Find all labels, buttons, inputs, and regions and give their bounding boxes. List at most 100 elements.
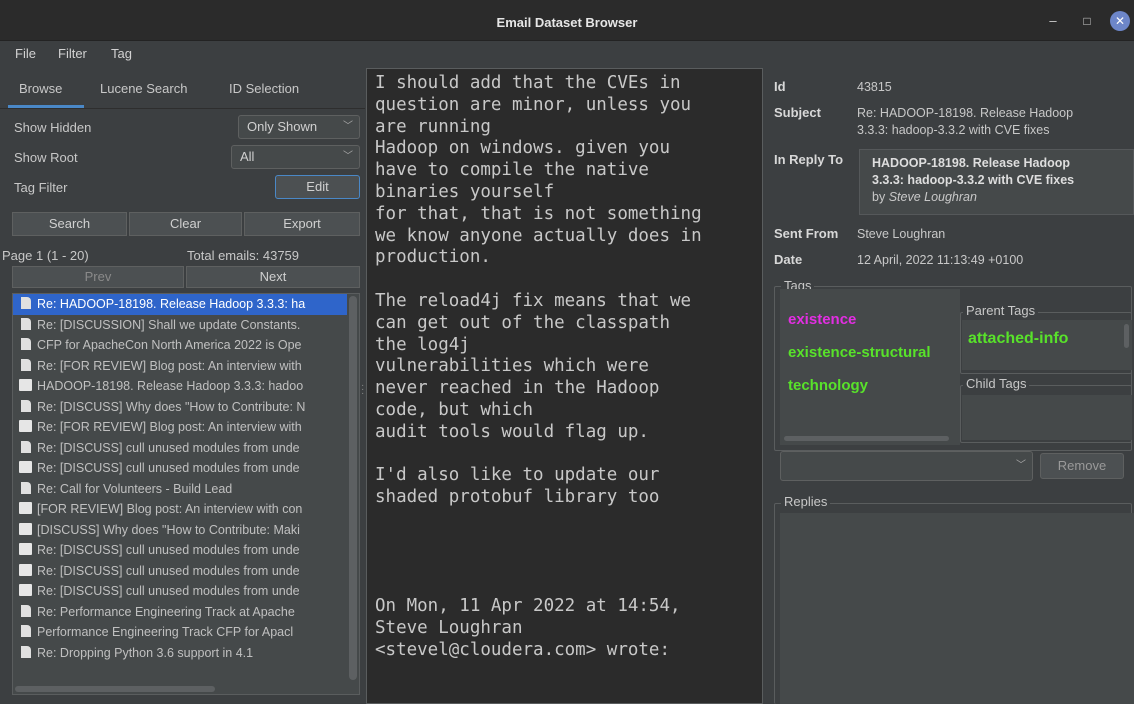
- email-list-item[interactable]: [FOR REVIEW] Blog post: An interview wit…: [13, 499, 347, 520]
- email-subject: HADOOP-18198. Release Hadoop 3.3.3: hado…: [37, 379, 304, 393]
- close-button[interactable]: ✕: [1110, 11, 1130, 31]
- sent-from-label: Sent From: [774, 226, 839, 241]
- email-list-vscrollbar[interactable]: [349, 296, 357, 680]
- email-list-item[interactable]: Re: [FOR REVIEW] Blog post: An interview…: [13, 417, 347, 438]
- show-root-label: Show Root: [14, 150, 78, 165]
- subject-line-2: 3.3.3: hadoop-3.3.2 with CVE fixes: [857, 123, 1050, 137]
- folder-icon: [19, 379, 32, 391]
- parent-tags-scrollbar[interactable]: [1124, 324, 1129, 348]
- show-hidden-select[interactable]: Only Shown ﹀: [238, 115, 360, 139]
- maximize-button[interactable]: □: [1076, 10, 1098, 32]
- id-value: 43815: [857, 80, 892, 94]
- reply-by-author: Steve Loughran: [888, 190, 977, 204]
- replies-list: [780, 513, 1134, 704]
- in-reply-to-label: In Reply To: [774, 152, 844, 167]
- show-hidden-value: Only Shown: [247, 119, 318, 134]
- email-subject: Re: [DISCUSSION] Shall we update Constan…: [37, 317, 301, 332]
- email-list-item[interactable]: Performance Engineering Track CFP for Ap…: [13, 622, 347, 643]
- menu-filter[interactable]: Filter: [58, 46, 87, 61]
- email-subject: Re: HADOOP-18198. Release Hadoop 3.3.3: …: [37, 297, 306, 311]
- chevron-down-icon: ﹀: [343, 151, 353, 162]
- title-bar: Email Dataset Browser – □ ✕: [0, 0, 1134, 41]
- document-icon: [21, 338, 31, 350]
- email-body-panel: I should add that the CVEs in question a…: [366, 68, 763, 704]
- email-subject: Re: [DISCUSS] cull unused modules from u…: [37, 543, 300, 557]
- sent-from-value: Steve Loughran: [857, 227, 946, 241]
- email-list-item[interactable]: CFP for ApacheCon North America 2022 is …: [13, 335, 347, 356]
- email-subject: [DISCUSS] Why does "How to Contribute: M…: [37, 522, 300, 537]
- minimize-button[interactable]: –: [1042, 10, 1064, 32]
- tags-hscrollbar[interactable]: [784, 436, 949, 441]
- in-reply-to-card[interactable]: HADOOP-18198. Release Hadoop 3.3.3: hado…: [859, 149, 1134, 215]
- tab-lucene-search[interactable]: Lucene Search: [100, 81, 187, 96]
- reply-title-line-2: 3.3.3: hadoop-3.3.2 with CVE fixes: [872, 173, 1075, 187]
- document-icon: [21, 399, 31, 412]
- export-button[interactable]: Export: [244, 212, 360, 236]
- email-subject: Re: [FOR REVIEW] Blog post: An interview…: [37, 420, 302, 434]
- email-subject: Re: Call for Volunteers - Build Lead: [37, 481, 233, 496]
- email-list-item[interactable]: Re: Performance Engineering Track at Apa…: [13, 602, 347, 623]
- email-list-item[interactable]: Re: [FOR REVIEW] Blog post: An interview…: [13, 356, 347, 377]
- tab-id-selection[interactable]: ID Selection: [229, 81, 299, 96]
- email-list-item[interactable]: Re: HADOOP-18198. Release Hadoop 3.3.3: …: [13, 294, 347, 315]
- date-value: 12 April, 2022 11:13:49 +0100: [857, 253, 1024, 267]
- email-list-item[interactable]: Re: [DISCUSS] cull unused modules from u…: [13, 561, 347, 582]
- subject-label: Subject: [774, 105, 821, 120]
- folder-icon: [19, 563, 32, 576]
- next-page-button[interactable]: Next: [186, 266, 360, 288]
- tabs-divider: [0, 108, 365, 109]
- email-list-item[interactable]: Re: [DISCUSS] cull unused modules from u…: [13, 581, 347, 602]
- remove-tag-button[interactable]: Remove: [1040, 453, 1124, 479]
- subject-value: Re: HADOOP-18198. Release Hadoop 3.3.3: …: [857, 105, 1073, 139]
- reply-by: by Steve Loughran: [872, 189, 1121, 206]
- email-subject: Re: [DISCUSS] cull unused modules from u…: [37, 461, 300, 475]
- email-subject: Re: [DISCUSS] Why does "How to Contribut…: [37, 399, 306, 414]
- email-subject: [FOR REVIEW] Blog post: An interview wit…: [37, 502, 303, 516]
- child-tags-title: Child Tags: [963, 376, 1030, 391]
- menu-tag[interactable]: Tag: [111, 46, 132, 61]
- email-list-item[interactable]: Re: Call for Volunteers - Build Lead: [13, 479, 347, 500]
- total-emails: Total emails: 43759: [187, 248, 300, 263]
- email-subject: Re: [DISCUSS] cull unused modules from u…: [37, 440, 300, 455]
- document-icon: [21, 645, 31, 658]
- search-button[interactable]: Search: [12, 212, 127, 236]
- tags-list: existence existence-structural technolog…: [780, 289, 960, 445]
- email-list-item[interactable]: Re: [DISCUSS] cull unused modules from u…: [13, 540, 347, 561]
- email-list-item[interactable]: Re: [DISCUSS] cull unused modules from u…: [13, 438, 347, 459]
- browse-panel: Browse Lucene Search ID Selection Show H…: [0, 67, 365, 704]
- email-subject: Re: Performance Engineering Track at Apa…: [37, 604, 295, 619]
- email-subject: Re: [DISCUSS] cull unused modules from u…: [37, 584, 300, 598]
- folder-icon: [19, 502, 32, 514]
- email-list-item[interactable]: Re: [DISCUSSION] Shall we update Constan…: [13, 315, 347, 336]
- tag-item[interactable]: existence: [788, 311, 856, 328]
- tag-item[interactable]: existence-structural: [788, 344, 931, 361]
- tag-filter-label: Tag Filter: [14, 180, 68, 195]
- folder-icon: [19, 584, 32, 596]
- email-list-hscrollbar[interactable]: [15, 686, 215, 692]
- menu-file[interactable]: File: [15, 46, 36, 61]
- add-tag-select[interactable]: ﹀: [780, 451, 1033, 481]
- left-splitter-handle[interactable]: · · ·: [361, 381, 364, 399]
- menu-bar: File Filter Tag: [0, 41, 1134, 67]
- child-tags-list: [962, 395, 1132, 440]
- prev-page-button[interactable]: Prev: [12, 266, 184, 288]
- email-list-item[interactable]: Re: [DISCUSS] Why does "How to Contribut…: [13, 397, 347, 418]
- reply-by-prefix: by: [872, 190, 889, 204]
- email-list-item[interactable]: [DISCUSS] Why does "How to Contribute: M…: [13, 520, 347, 541]
- subject-line-1: Re: HADOOP-18198. Release Hadoop: [857, 106, 1074, 120]
- email-subject: Re: [DISCUSS] cull unused modules from u…: [37, 563, 300, 578]
- parent-tag-item[interactable]: attached-info: [968, 330, 1068, 348]
- email-subject: Re: [FOR REVIEW] Blog post: An interview…: [37, 358, 302, 373]
- show-root-select[interactable]: All ﹀: [231, 145, 360, 169]
- tag-item[interactable]: technology: [788, 377, 868, 394]
- show-root-value: All: [240, 149, 255, 164]
- edit-tag-filter-button[interactable]: Edit: [275, 175, 360, 199]
- email-list-item[interactable]: Re: [DISCUSS] cull unused modules from u…: [13, 458, 347, 479]
- folder-icon: [19, 543, 32, 555]
- email-list-item[interactable]: HADOOP-18198. Release Hadoop 3.3.3: hado…: [13, 376, 347, 397]
- email-subject: CFP for ApacheCon North America 2022 is …: [37, 338, 302, 352]
- email-list-item[interactable]: Re: Dropping Python 3.6 support in 4.1: [13, 643, 347, 664]
- clear-button[interactable]: Clear: [129, 212, 242, 236]
- email-subject: Re: Dropping Python 3.6 support in 4.1: [37, 645, 254, 660]
- tab-browse[interactable]: Browse: [19, 81, 62, 96]
